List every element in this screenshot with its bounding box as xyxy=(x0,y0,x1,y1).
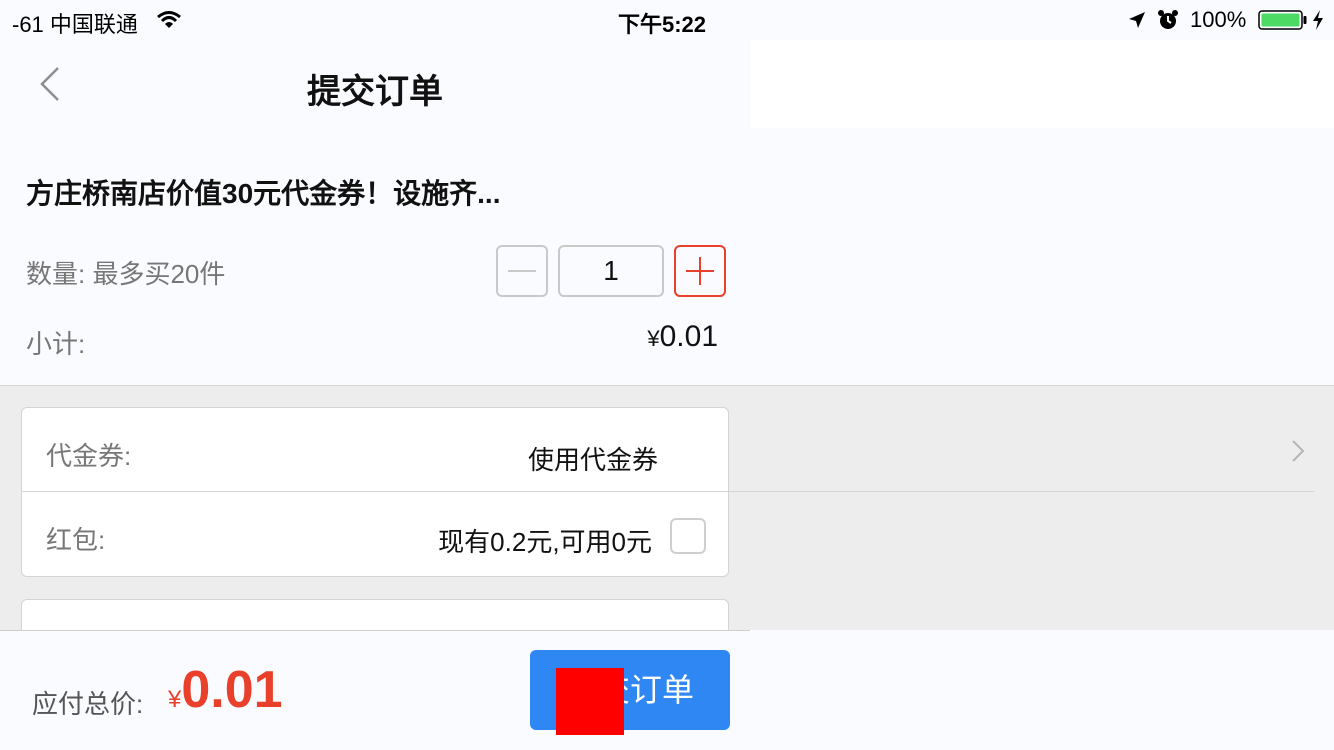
red-envelope-value: 现有0.2元,可用0元 xyxy=(438,527,652,557)
battery-icon xyxy=(1258,10,1307,30)
alarm-icon xyxy=(1158,10,1178,29)
carrier-label: -61 中国联通 xyxy=(12,12,138,37)
quantity-input[interactable]: 1 xyxy=(558,245,664,297)
minus-icon xyxy=(508,270,536,272)
row-divider xyxy=(729,491,1314,492)
order-options-card: 代金券: 使用代金券 红包: 现有0.2元,可用0元 xyxy=(21,407,729,577)
voucher-value: 使用代金券 xyxy=(528,445,659,475)
charging-icon xyxy=(1313,10,1323,30)
total-label: 应付总价: xyxy=(32,689,144,719)
voucher-row[interactable]: 代金券: 使用代金券 xyxy=(22,408,728,492)
bottom-bar: 应付总价: ¥0.01 提交订单 xyxy=(0,630,1334,750)
plus-icon xyxy=(686,257,714,285)
redaction-block xyxy=(556,668,624,735)
product-section: 方庄桥南店价值30元代金券！设施齐... 数量: 最多买20件 1 小计: ¥0… xyxy=(0,128,1334,386)
red-envelope-row: 红包: 现有0.2元,可用0元 xyxy=(22,492,728,576)
total-currency: ¥ xyxy=(168,686,182,713)
subtotal-amount: 0.01 xyxy=(659,320,718,353)
quantity-increment-button[interactable] xyxy=(674,245,726,297)
page-title: 提交订单 xyxy=(307,73,443,111)
total-value: ¥0.01 xyxy=(168,660,283,720)
location-icon xyxy=(1129,12,1145,28)
quantity-decrement-button[interactable] xyxy=(496,245,548,297)
battery-percent: 100% xyxy=(1190,7,1247,32)
red-envelope-checkbox[interactable] xyxy=(670,518,706,554)
quantity-label: 数量: 最多买20件 xyxy=(26,259,226,289)
wifi-icon xyxy=(157,11,181,28)
status-bar: -61 中国联通 下午5:22 100% xyxy=(0,0,1334,40)
bottom-bar-border xyxy=(0,630,750,631)
nav-bar: 提交订单 xyxy=(0,40,750,128)
nav-fill xyxy=(750,40,1334,128)
subtotal-currency: ¥ xyxy=(647,326,660,351)
chevron-right-icon[interactable] xyxy=(1288,437,1308,465)
product-title: 方庄桥南店价值30元代金券！设施齐... xyxy=(26,178,501,209)
total-amount: 0.01 xyxy=(181,661,283,719)
clock-time: 下午5:22 xyxy=(618,12,707,37)
voucher-label: 代金券: xyxy=(46,441,132,471)
subtotal-value: ¥0.01 xyxy=(0,320,718,354)
